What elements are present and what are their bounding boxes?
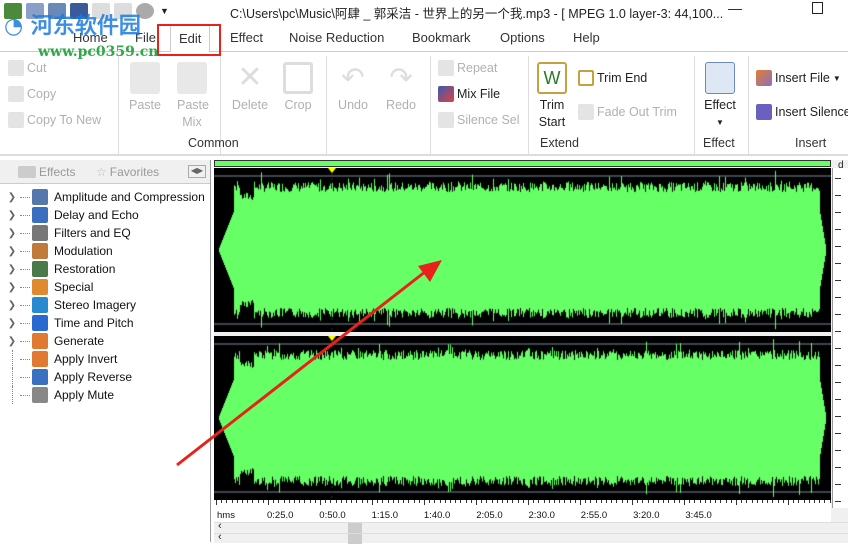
watermark-logo: ◔ 河东软件园 bbox=[4, 13, 141, 39]
annotation-arrow bbox=[176, 260, 442, 467]
watermark-url: www.pc0359.cn bbox=[38, 44, 159, 60]
